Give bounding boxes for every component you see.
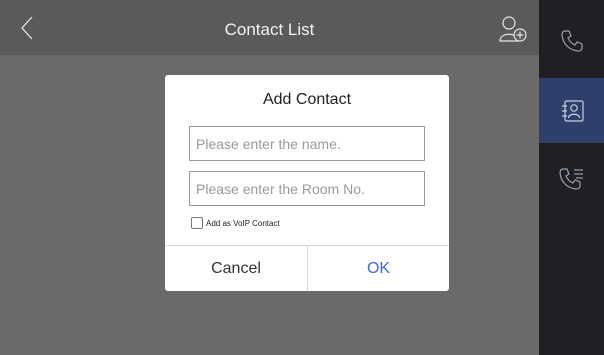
dialog-title: Add Contact (262, 91, 352, 108)
voip-checkbox-row[interactable]: Add as VoIP Contact (191, 217, 280, 229)
voip-checkbox[interactable] (191, 217, 203, 229)
call-log-icon (558, 167, 583, 190)
sidebar-item-phone[interactable] (539, 8, 604, 73)
modal-overlay: Add Contact Add as VoIP Contact Cancel O… (0, 0, 539, 355)
contacts-icon (561, 99, 584, 122)
ok-button[interactable]: OK (308, 246, 449, 291)
add-contact-dialog: Add Contact Add as VoIP Contact Cancel O… (165, 75, 449, 291)
phone-icon (560, 29, 583, 52)
sidebar (539, 0, 604, 355)
sidebar-item-contacts[interactable] (539, 78, 604, 143)
room-number-input[interactable] (189, 171, 425, 206)
voip-checkbox-label: Add as VoIP Contact (206, 218, 280, 228)
name-input[interactable] (189, 126, 425, 161)
main-area: Contact List Add Contact Add as VoIP Con… (0, 0, 539, 355)
sidebar-item-call-log[interactable] (539, 146, 604, 211)
cancel-button[interactable]: Cancel (165, 246, 307, 291)
